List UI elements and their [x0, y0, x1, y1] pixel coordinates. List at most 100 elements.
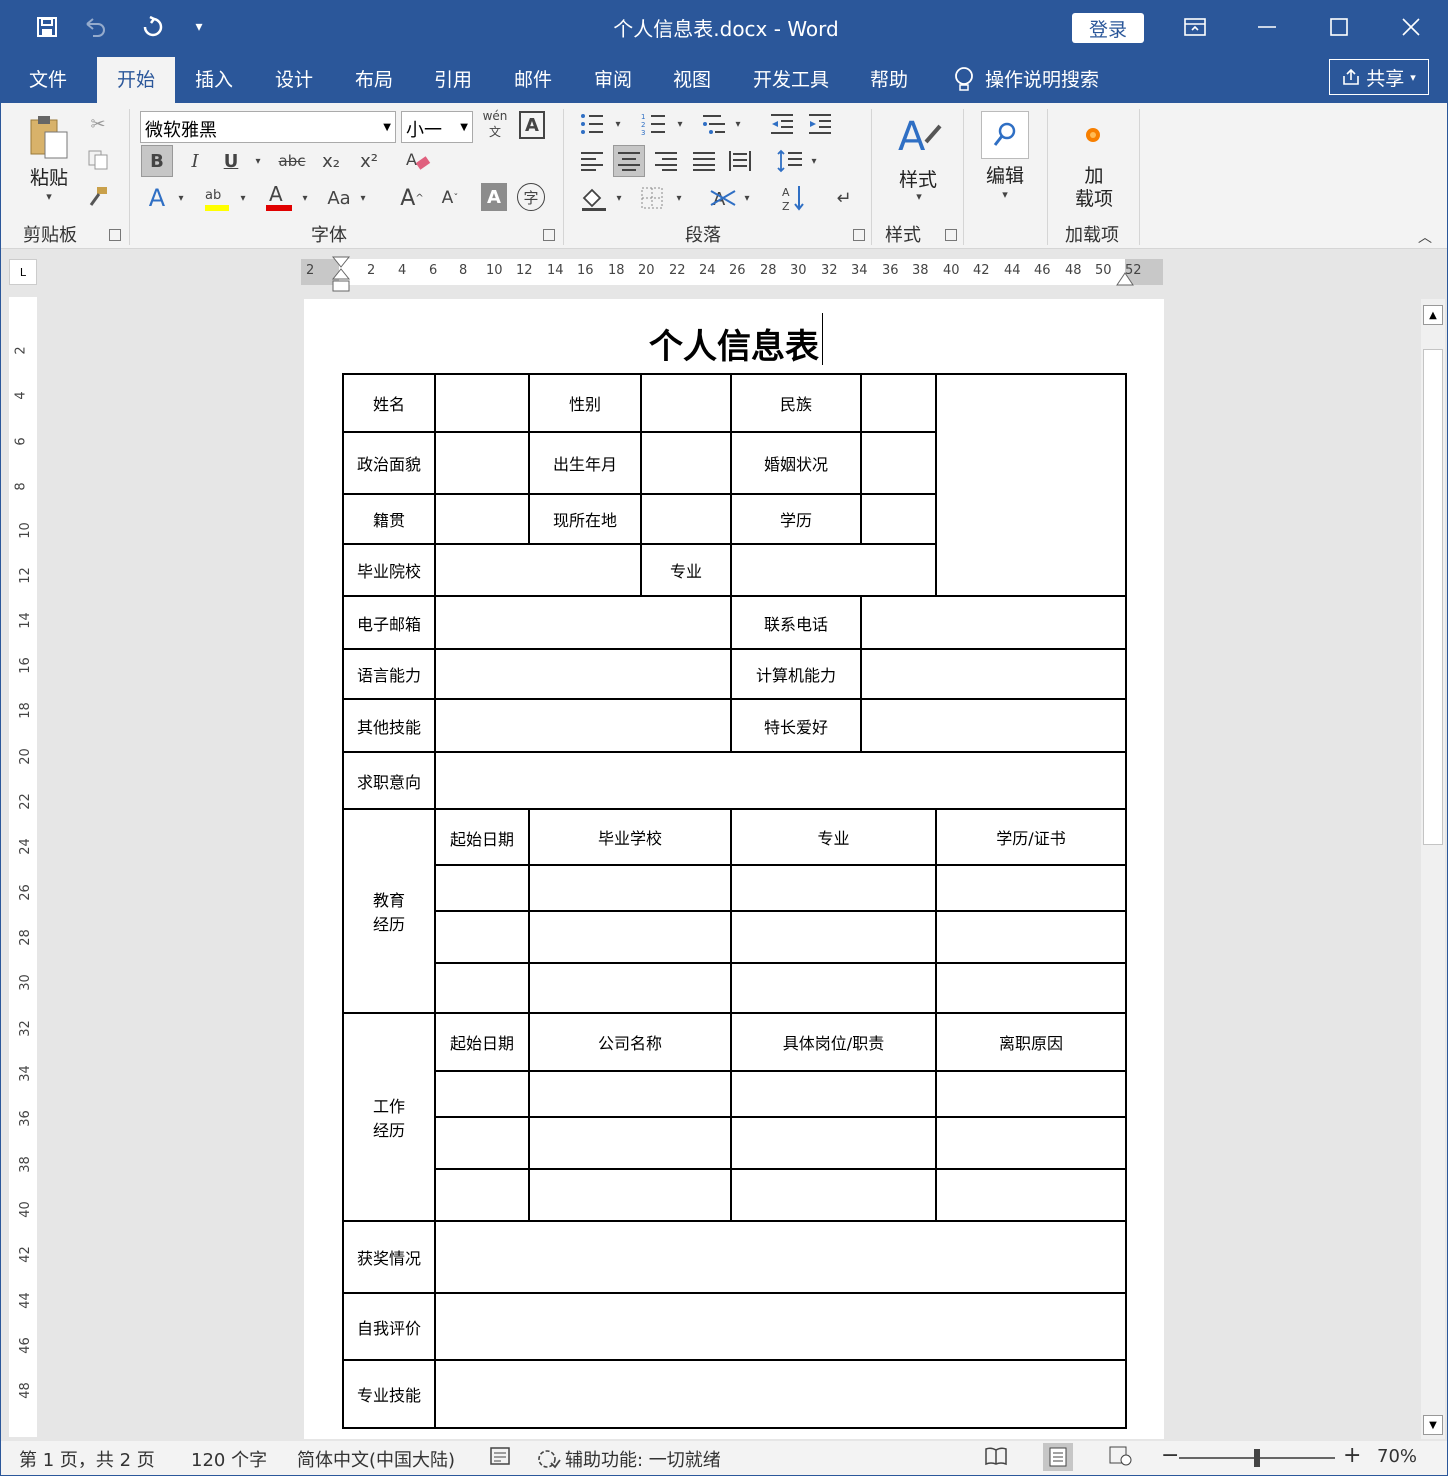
decrease-indent-icon[interactable]	[767, 109, 797, 139]
table-cell[interactable]	[434, 1070, 530, 1118]
table-cell[interactable]	[434, 1168, 530, 1222]
zoom-out-icon[interactable]: −	[1161, 1443, 1179, 1468]
table-cell[interactable]	[528, 1168, 732, 1222]
tab-home[interactable]: 开始	[97, 57, 175, 103]
web-layout-icon[interactable]	[1109, 1446, 1133, 1471]
tab-file[interactable]: 文件	[29, 65, 67, 103]
print-layout-icon[interactable]	[1043, 1443, 1073, 1471]
redo-icon[interactable]	[135, 9, 171, 45]
zoom-in-icon[interactable]: +	[1343, 1443, 1361, 1468]
align-right-icon[interactable]	[651, 145, 681, 177]
multilevel-list-icon[interactable]	[699, 109, 729, 139]
grow-font-button[interactable]: A ^	[397, 181, 427, 215]
editing-button[interactable]: 编辑	[981, 161, 1029, 188]
table-cell[interactable]	[935, 962, 1127, 1014]
ribbon-display-icon[interactable]	[1175, 7, 1215, 47]
subscript-button[interactable]: x₂	[317, 145, 345, 177]
vertical-scrollbar[interactable]: ▲ ▼	[1421, 299, 1445, 1439]
page-count[interactable]: 第 1 页，共 2 页	[19, 1446, 155, 1472]
document-heading[interactable]: 个人信息表	[304, 319, 1164, 368]
field-native[interactable]	[434, 493, 530, 545]
zoom-slider-thumb[interactable]	[1254, 1449, 1260, 1467]
styles-launcher-icon[interactable]	[945, 229, 957, 241]
bullets-icon[interactable]	[577, 109, 607, 139]
addins-button[interactable]: 加载项	[1067, 165, 1121, 211]
text-effects-icon[interactable]: A	[141, 181, 173, 215]
tab-insert[interactable]: 插入	[195, 65, 233, 103]
table-cell[interactable]	[730, 864, 937, 912]
copy-icon[interactable]	[85, 147, 111, 173]
scroll-down-icon[interactable]: ▼	[1423, 1415, 1443, 1435]
sort-icon[interactable]: AZ	[779, 181, 809, 215]
font-color-dropdown-icon[interactable]: ▾	[297, 181, 313, 215]
field-hobbies[interactable]	[860, 698, 1127, 753]
shading-icon[interactable]	[577, 181, 611, 215]
table-cell[interactable]	[528, 864, 732, 912]
tab-help[interactable]: 帮助	[870, 65, 908, 103]
shrink-font-button[interactable]: Aˇ	[435, 181, 465, 215]
tab-layout[interactable]: 布局	[355, 65, 393, 103]
paste-label[interactable]: 粘贴	[25, 163, 73, 190]
zoom-level[interactable]: 70%	[1377, 1446, 1417, 1467]
read-mode-icon[interactable]	[985, 1446, 1007, 1471]
save-icon[interactable]	[29, 9, 65, 45]
zoom-slider[interactable]	[1179, 1449, 1335, 1467]
document-page[interactable]: 个人信息表 姓名 性别 民族 政治面貌 出生年月 婚姻状况 籍贯 现所在地 学历…	[304, 299, 1164, 1439]
editing-icon[interactable]	[981, 111, 1029, 159]
char-shading-icon[interactable]: A	[481, 183, 507, 211]
customize-qat-icon[interactable]: ▾	[181, 9, 217, 45]
paste-icon[interactable]	[25, 113, 73, 163]
paragraph-launcher-icon[interactable]	[853, 229, 865, 241]
field-awards[interactable]	[434, 1220, 1127, 1294]
table-cell[interactable]	[434, 910, 530, 964]
bullets-dropdown-icon[interactable]: ▾	[609, 109, 627, 139]
enclose-char-icon[interactable]: 字	[517, 183, 545, 211]
underline-dropdown-icon[interactable]: ▾	[249, 145, 267, 177]
font-size-box[interactable]: 小一 ▼	[401, 111, 473, 143]
bold-button[interactable]: B	[141, 145, 173, 177]
clipboard-launcher-icon[interactable]	[109, 229, 121, 241]
italic-button[interactable]: I	[181, 145, 209, 177]
font-color-icon[interactable]: A	[261, 181, 295, 215]
table-cell[interactable]	[528, 1070, 732, 1118]
tab-review[interactable]: 审阅	[594, 65, 632, 103]
highlight-icon[interactable]: ab	[199, 181, 233, 215]
styles-icon[interactable]: A	[895, 111, 943, 165]
table-cell[interactable]	[935, 1168, 1127, 1222]
language[interactable]: 简体中文(中国大陆)	[297, 1446, 455, 1472]
paste-dropdown-icon[interactable]: ▾	[39, 189, 59, 203]
proofing-icon[interactable]	[489, 1446, 511, 1471]
table-cell[interactable]	[528, 962, 732, 1014]
strikethrough-button[interactable]: abc	[275, 145, 309, 177]
scroll-thumb[interactable]	[1423, 349, 1443, 845]
field-birth[interactable]	[640, 431, 732, 495]
tab-design[interactable]: 设计	[275, 65, 313, 103]
maximize-icon[interactable]	[1319, 7, 1359, 47]
photo-cell[interactable]	[935, 373, 1127, 597]
field-location[interactable]	[640, 493, 732, 545]
change-case-button[interactable]: Aa	[323, 181, 355, 215]
cut-icon[interactable]: ✂	[85, 111, 111, 137]
table-cell[interactable]	[528, 910, 732, 964]
font-name-box[interactable]: 微软雅黑 ▼	[140, 111, 396, 143]
borders-dropdown-icon[interactable]: ▾	[671, 181, 687, 215]
highlight-dropdown-icon[interactable]: ▾	[235, 181, 251, 215]
tell-me-search[interactable]: 操作说明搜索	[953, 65, 1099, 92]
accessibility-status[interactable]: 辅助功能: 一切就绪	[537, 1446, 721, 1472]
table-cell[interactable]	[730, 1070, 937, 1118]
field-self-eval[interactable]	[434, 1292, 1127, 1361]
distributed-icon[interactable]	[725, 145, 755, 177]
superscript-button[interactable]: x²	[355, 145, 383, 177]
table-cell[interactable]	[935, 1070, 1127, 1118]
align-center-icon[interactable]	[613, 145, 645, 177]
field-ethnicity[interactable]	[860, 373, 937, 433]
vertical-ruler[interactable]: 2 4 6 8 10 12 14 16 18 20 22 24 26 28 30…	[9, 297, 37, 1437]
change-case-dropdown-icon[interactable]: ▾	[355, 181, 371, 215]
table-cell[interactable]	[434, 1116, 530, 1170]
chinese-layout-dropdown-icon[interactable]: ▾	[739, 181, 755, 215]
close-icon[interactable]	[1391, 7, 1431, 47]
styles-dropdown-icon[interactable]: ▾	[909, 189, 929, 203]
field-pro-skills[interactable]	[434, 1359, 1127, 1429]
collapse-ribbon-icon[interactable]: ︿	[1415, 227, 1435, 247]
justify-icon[interactable]	[689, 145, 719, 177]
